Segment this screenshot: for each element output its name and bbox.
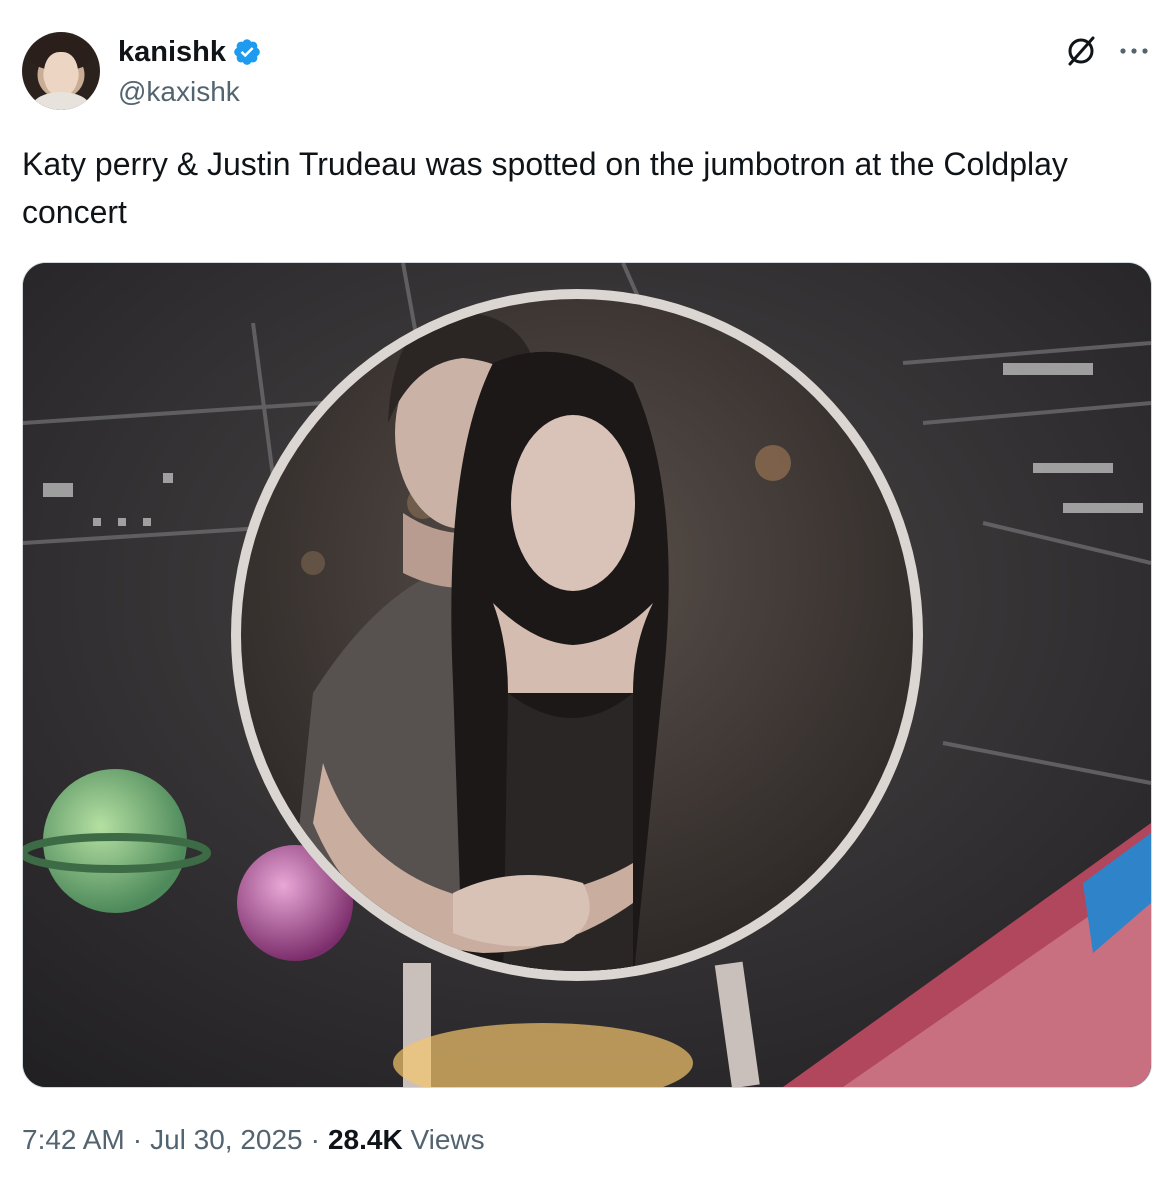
meta-separator-2: ·	[310, 1124, 320, 1155]
author-handle[interactable]: @kaxishk	[118, 76, 240, 108]
tweet-text: Katy perry & Justin Trudeau was spotted …	[22, 146, 1068, 230]
concert-jumbotron-photo	[23, 263, 1151, 1087]
grok-icon[interactable]	[1064, 34, 1098, 68]
tweet-time[interactable]: 7:42 AM	[22, 1124, 125, 1155]
meta-separator: ·	[132, 1124, 143, 1155]
avatar-shirt	[32, 92, 90, 110]
author-display-name[interactable]: kanishk	[118, 36, 226, 69]
views-count: 28.4K	[327, 1124, 403, 1155]
tweet-date[interactable]: Jul 30, 2025	[150, 1124, 303, 1155]
avatar-face	[44, 52, 78, 96]
tweet-media-image[interactable]	[22, 262, 1152, 1088]
more-options-icon[interactable]	[1116, 36, 1152, 66]
tweet-meta-row: 7:42 AM · Jul 30, 2025 · 28.4K Views	[22, 1124, 485, 1156]
verified-badge-icon[interactable]	[232, 37, 262, 67]
views-label: Views	[410, 1124, 485, 1155]
author-avatar[interactable]	[22, 32, 100, 110]
tweet-card: kanishk @kaxishk Katy perry & Justin Tru…	[0, 0, 1174, 1186]
author-name-row: kanishk	[118, 34, 262, 70]
